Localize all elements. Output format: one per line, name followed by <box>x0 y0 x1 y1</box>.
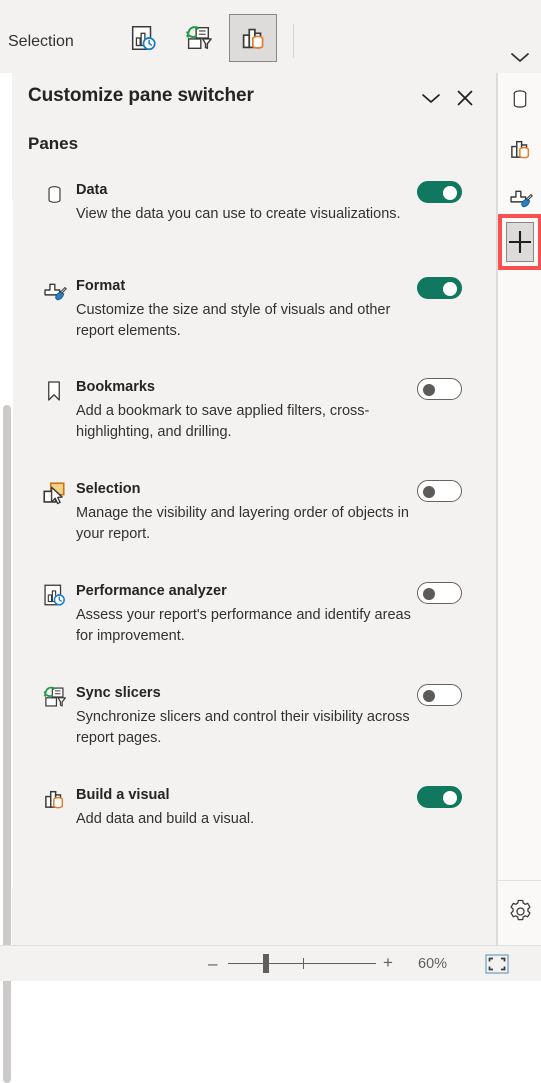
zoom-out-button[interactable]: – <box>208 955 217 972</box>
list-item-description: Synchronize slicers and control their vi… <box>76 709 410 746</box>
toolbar-selection-label: Selection <box>8 33 74 50</box>
list-item-title: Build a visual <box>76 787 170 803</box>
performance-analyzer-icon <box>128 23 158 53</box>
format-pane-icon <box>507 184 533 210</box>
zoom-slider-thumb[interactable] <box>263 954 269 973</box>
add-pane-highlight <box>498 214 541 270</box>
toggle-knob <box>443 186 457 200</box>
add-pane-button[interactable] <box>506 222 534 262</box>
toggle-knob <box>443 282 457 296</box>
list-item-description: Customize the size and style of visuals … <box>76 302 391 339</box>
rail-button-format[interactable] <box>500 177 540 217</box>
list-item[interactable]: Build a visual Add data and build a visu… <box>12 783 497 863</box>
pane-scrollbar-thumb[interactable] <box>3 405 11 1083</box>
rail-divider <box>498 880 541 881</box>
rail-button-data[interactable] <box>500 79 540 119</box>
toolbar-performance-analyzer-button[interactable] <box>119 14 167 62</box>
status-bar: – + 60% <box>0 945 541 981</box>
list-item[interactable]: Selection Manage the visibility and laye… <box>12 477 497 579</box>
chevron-down-icon <box>509 50 531 64</box>
toolbar-build-visual-button[interactable] <box>229 14 277 62</box>
list-item[interactable]: Data View the data you can use to create… <box>12 178 497 274</box>
format-brush-icon <box>40 276 68 304</box>
list-item[interactable]: Performance analyzer Assess your report'… <box>12 579 497 681</box>
right-pane-rail <box>497 73 541 945</box>
toggle-knob <box>443 791 457 805</box>
panes-list: Data View the data you can use to create… <box>12 178 497 863</box>
toggle-format[interactable] <box>417 277 462 299</box>
list-item[interactable]: Format Customize the size and style of v… <box>12 274 497 375</box>
close-icon <box>456 89 474 107</box>
pane-close-button[interactable] <box>451 85 479 111</box>
rail-button-build-visual[interactable] <box>500 129 540 169</box>
settings-button[interactable] <box>500 891 540 931</box>
list-item-description: Assess your report's performance and ide… <box>76 607 411 644</box>
toggle-build-a-visual[interactable] <box>417 786 462 808</box>
pane-header: Customize pane switcher <box>12 73 497 123</box>
toggle-knob <box>423 690 435 702</box>
list-item-title: Format <box>76 278 126 294</box>
toolbar-expand-chevron-button[interactable] <box>505 44 535 70</box>
list-item-title: Selection <box>76 481 141 497</box>
list-item[interactable]: Bookmarks Add a bookmark to save applied… <box>12 375 497 477</box>
toggle-bookmarks[interactable] <box>417 378 462 400</box>
data-cylinder-icon <box>40 180 68 208</box>
build-visual-icon <box>40 785 68 813</box>
toolbar-sync-slicers-button[interactable] <box>174 14 222 62</box>
list-item-description: View the data you can use to create visu… <box>76 206 401 222</box>
sync-slicers-icon <box>40 683 68 711</box>
fit-to-page-icon <box>485 954 509 974</box>
list-item-title: Performance analyzer <box>76 583 227 599</box>
page-title: Customize pane switcher <box>28 85 254 106</box>
zoom-in-button[interactable]: + <box>383 954 393 972</box>
toggle-knob <box>423 384 435 396</box>
zoom-slider-track[interactable] <box>228 963 376 964</box>
toolbar-separator <box>293 24 294 58</box>
chevron-down-icon <box>420 91 442 105</box>
sync-slicers-icon <box>183 23 213 53</box>
pane-scrollbar-track[interactable] <box>0 200 13 1083</box>
data-pane-icon <box>507 86 533 112</box>
plus-icon <box>506 228 534 256</box>
zoom-level-label[interactable]: 60% <box>418 956 447 972</box>
top-toolbar: Selection <box>0 0 541 73</box>
settings-gear-icon <box>507 898 534 925</box>
list-item-description: Add a bookmark to save applied filters, … <box>76 403 370 440</box>
toggle-data[interactable] <box>417 181 462 203</box>
toggle-knob <box>423 588 435 600</box>
zoom-slider-midtick <box>303 958 304 969</box>
toggle-selection[interactable] <box>417 480 462 502</box>
customize-pane-switcher-panel: Customize pane switcher Panes Data View … <box>12 73 497 945</box>
build-visual-pane-icon <box>507 136 533 162</box>
list-item[interactable]: Sync slicers Synchronize slicers and con… <box>12 681 497 783</box>
build-visual-icon <box>238 23 268 53</box>
selection-cursor-icon <box>40 479 68 507</box>
list-item-title: Sync slicers <box>76 685 161 701</box>
toggle-performance-analyzer[interactable] <box>417 582 462 604</box>
fit-to-page-button[interactable] <box>483 953 511 975</box>
pane-collapse-button[interactable] <box>417 85 445 111</box>
panes-section-title: Panes <box>28 134 79 153</box>
performance-analyzer-icon <box>40 581 68 609</box>
list-item-title: Bookmarks <box>76 379 155 395</box>
toggle-knob <box>423 486 435 498</box>
list-item-description: Add data and build a visual. <box>76 811 255 827</box>
toggle-sync-slicers[interactable] <box>417 684 462 706</box>
bookmark-icon <box>40 377 68 405</box>
list-item-title: Data <box>76 182 108 198</box>
list-item-description: Manage the visibility and layering order… <box>76 505 409 542</box>
